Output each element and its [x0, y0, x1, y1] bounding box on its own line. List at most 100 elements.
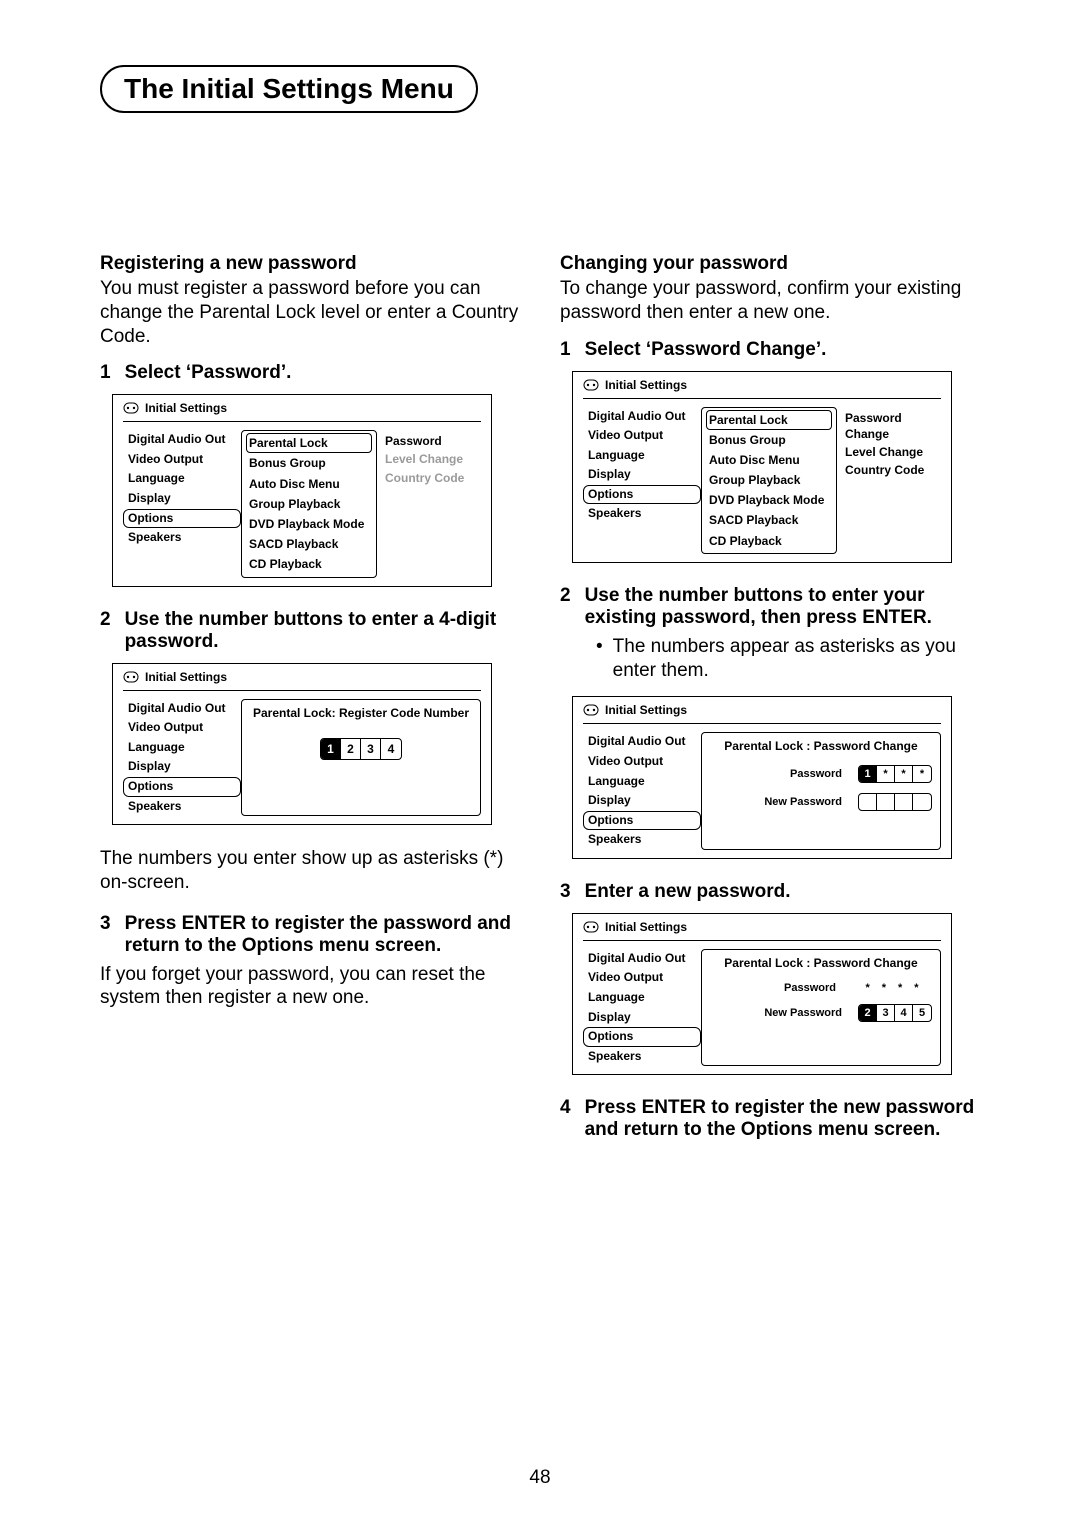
sidebar-item: Digital Audio Out	[123, 699, 241, 719]
sidebar-item: Video Output	[583, 752, 701, 772]
step-text: Select ‘Password’.	[125, 362, 520, 384]
right-item: Country Code	[843, 461, 935, 479]
right-item-disabled: Level Change	[383, 450, 475, 468]
osd-body: Digital Audio Out Video Output Language …	[573, 949, 951, 1069]
digit-input-row: 1 2 3 4	[320, 738, 402, 760]
step-text: Use the number buttons to enter your exi…	[585, 585, 980, 629]
osd-title-row: Initial Settings	[113, 664, 491, 686]
digit-box: 3	[361, 739, 381, 759]
right-heading: Changing your password	[560, 253, 980, 275]
password-change-panel: Parental Lock : Password Change Password…	[701, 732, 941, 850]
osd-divider	[583, 398, 941, 399]
right-step-2: 2 Use the number buttons to enter your e…	[560, 585, 980, 629]
left-heading: Registering a new password	[100, 253, 520, 275]
mid-item: DVD Playback Mode	[706, 490, 832, 510]
osd-panel-password-change-existing: Initial Settings Digital Audio Out Video…	[572, 696, 952, 859]
digit-box	[913, 794, 931, 810]
mid-item: DVD Playback Mode	[246, 514, 372, 534]
osd-body: Digital Audio Out Video Output Language …	[573, 407, 951, 556]
right-bullet: • The numbers appear as asterisks as you…	[596, 635, 980, 683]
sidebar-item: Speakers	[123, 528, 241, 548]
digit-box: *	[877, 766, 895, 782]
sidebar-item: Language	[123, 738, 241, 758]
mid-item: Auto Disc Menu	[246, 474, 372, 494]
mid-item-selected: Parental Lock	[706, 410, 832, 430]
mid-item-selected: Parental Lock	[246, 433, 372, 453]
osd-divider	[123, 421, 481, 422]
sidebar-item: Digital Audio Out	[123, 430, 241, 450]
sidebar-item: Language	[583, 772, 701, 792]
sidebar-item: Speakers	[583, 830, 701, 850]
step-number: 3	[100, 913, 111, 957]
bullet-text: The numbers appear as asterisks as you e…	[613, 635, 980, 683]
new-password-row: New Password	[710, 793, 932, 811]
mask-dot: *	[914, 982, 918, 994]
digit-box: 1	[859, 766, 877, 782]
sidebar-item: Video Output	[583, 426, 701, 446]
step-text: Enter a new password.	[585, 881, 980, 903]
digit-box	[895, 794, 913, 810]
sidebar-item: Display	[123, 757, 241, 777]
osd-rightcolumn: Password Change Level Change Country Cod…	[837, 407, 941, 554]
digit-box: 1	[321, 739, 341, 759]
password-masked: * * * *	[852, 982, 932, 994]
digit-box: 5	[913, 1005, 931, 1021]
mask-dot: *	[898, 982, 902, 994]
page-number: 48	[0, 1467, 1080, 1489]
sidebar-item: Speakers	[123, 797, 241, 817]
password-change-title: Parental Lock : Password Change	[710, 956, 932, 970]
left-step-1: 1 Select ‘Password’.	[100, 362, 520, 384]
osd-sidebar: Digital Audio Out Video Output Language …	[123, 699, 241, 817]
bullet-icon: •	[596, 635, 603, 683]
step-number: 1	[560, 339, 571, 361]
sidebar-item: Language	[123, 469, 241, 489]
osd-body: Digital Audio Out Video Output Language …	[113, 699, 491, 819]
chip-icon	[583, 921, 599, 933]
password-digits: 1 * * *	[858, 765, 932, 783]
chip-icon	[583, 704, 599, 716]
sidebar-item: Video Output	[583, 968, 701, 988]
mid-item: Group Playback	[246, 494, 372, 514]
step-text: Press ENTER to register the new password…	[585, 1097, 980, 1141]
right-step-1: 1 Select ‘Password Change’.	[560, 339, 980, 361]
digit-box: *	[913, 766, 931, 782]
right-intro: To change your password, confirm your ex…	[560, 277, 980, 325]
sidebar-item: Digital Audio Out	[583, 407, 701, 427]
right-item: Password	[383, 432, 475, 450]
sidebar-item-selected: Options	[583, 1027, 701, 1047]
digit-box: 4	[381, 739, 401, 759]
osd-panel-password-change-new: Initial Settings Digital Audio Out Video…	[572, 913, 952, 1076]
right-item: Password Change	[843, 409, 935, 443]
password-label: Password	[710, 982, 840, 994]
step-text: Select ‘Password Change’.	[585, 339, 980, 361]
right-column: Changing your password To change your pa…	[560, 253, 980, 1147]
sidebar-item-selected: Options	[123, 509, 241, 529]
osd-title-row: Initial Settings	[573, 372, 951, 394]
sidebar-item-selected: Options	[583, 485, 701, 505]
step-text: Press ENTER to register the password and…	[125, 913, 520, 957]
left-intro: You must register a password before you …	[100, 277, 520, 348]
new-password-label: New Password	[710, 796, 846, 808]
digit-box: 3	[877, 1005, 895, 1021]
new-password-label: New Password	[710, 1007, 846, 1019]
osd-title-text: Initial Settings	[605, 703, 687, 717]
page-title: The Initial Settings Menu	[100, 65, 478, 113]
left-note-after-step3: If you forget your password, you can res…	[100, 963, 520, 1011]
new-password-digits: 2 3 4 5	[858, 1004, 932, 1022]
osd-panel-register-code: Initial Settings Digital Audio Out Video…	[112, 663, 492, 826]
step-number: 3	[560, 881, 571, 903]
left-column: Registering a new password You must regi…	[100, 253, 520, 1147]
osd-sidebar: Digital Audio Out Video Output Language …	[123, 430, 241, 577]
mid-item: Auto Disc Menu	[706, 450, 832, 470]
left-step-3: 3 Press ENTER to register the password a…	[100, 913, 520, 957]
step-number: 2	[100, 609, 111, 653]
digit-box: 4	[895, 1005, 913, 1021]
mid-item: SACD Playback	[246, 534, 372, 554]
osd-sidebar: Digital Audio Out Video Output Language …	[583, 407, 701, 554]
register-code-title: Parental Lock: Register Code Number	[248, 706, 474, 720]
step-number: 2	[560, 585, 571, 629]
digit-box: 2	[859, 1005, 877, 1021]
sidebar-item: Video Output	[123, 718, 241, 738]
sidebar-item: Speakers	[583, 1047, 701, 1067]
mid-item: Group Playback	[706, 470, 832, 490]
